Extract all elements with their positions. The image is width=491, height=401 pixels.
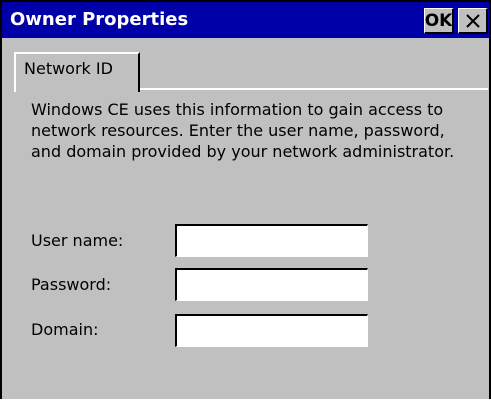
close-icon <box>465 13 480 28</box>
tab-network-id[interactable]: Network ID <box>14 52 140 92</box>
owner-properties-dialog: Owner Properties OK Network ID Windows C… <box>0 0 491 399</box>
close-button[interactable] <box>458 8 488 34</box>
dialog-title: Owner Properties <box>10 9 189 30</box>
title-bar[interactable]: Owner Properties OK <box>2 2 489 38</box>
network-id-panel <box>14 88 488 401</box>
ok-button[interactable]: OK <box>424 8 454 34</box>
tab-network-id-label: Network ID <box>24 59 113 78</box>
